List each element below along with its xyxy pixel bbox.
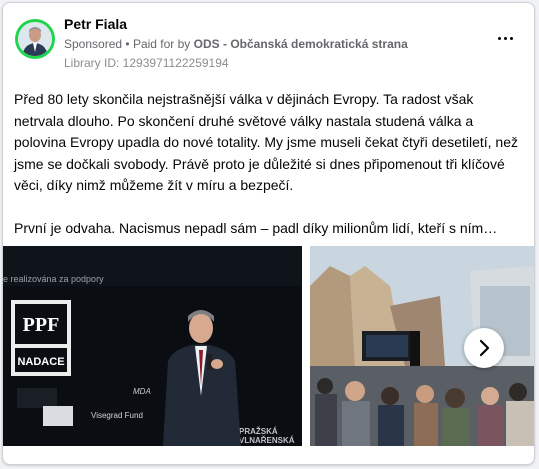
ppf-logo: PPF xyxy=(23,314,60,336)
sponsored-line: Sponsored • Paid for by ODS - Občanská d… xyxy=(64,36,408,52)
backdrop-text: je realizována za podpory xyxy=(3,274,104,284)
post-header: Petr Fiala Sponsored • Paid for by ODS -… xyxy=(64,15,408,71)
side-text-1: PRAŽSKÁ xyxy=(239,427,278,436)
carousel-next-button[interactable] xyxy=(464,328,504,368)
fund-text: Visegrad Fund xyxy=(91,411,143,420)
more-options-button[interactable] xyxy=(498,33,514,43)
paid-for-label: Paid for by xyxy=(132,37,191,51)
author-avatar[interactable] xyxy=(15,19,55,59)
post-paragraph-1: Před 80 lety skončila nejstrašnější válk… xyxy=(14,91,518,193)
mda-text: MDA xyxy=(133,387,151,396)
avatar-photo xyxy=(18,22,52,56)
chevron-right-icon xyxy=(479,339,490,357)
library-id: Library ID: 1293971122259194 xyxy=(64,56,229,70)
side-text-2: VLNAŘENSKÁ xyxy=(239,436,295,445)
post-text: Před 80 lety skončila nejstrašnější válk… xyxy=(14,89,519,240)
ad-post-card: Petr Fiala Sponsored • Paid for by ODS -… xyxy=(2,2,535,465)
carousel-photo-speaker[interactable]: je realizována za podpory PPF NADACE MDA… xyxy=(3,246,302,446)
more-horizontal-icon xyxy=(498,37,501,40)
nadace-text: NADACE xyxy=(17,356,64,368)
author-name[interactable]: Petr Fiala xyxy=(64,15,408,33)
sponsored-label: Sponsored xyxy=(64,37,123,51)
separator-dot: • xyxy=(125,37,133,51)
payer-name[interactable]: ODS - Občanská demokratická strana xyxy=(194,37,408,51)
post-paragraph-2: První je odvaha. Nacismus nepadl sám – p… xyxy=(14,220,498,236)
